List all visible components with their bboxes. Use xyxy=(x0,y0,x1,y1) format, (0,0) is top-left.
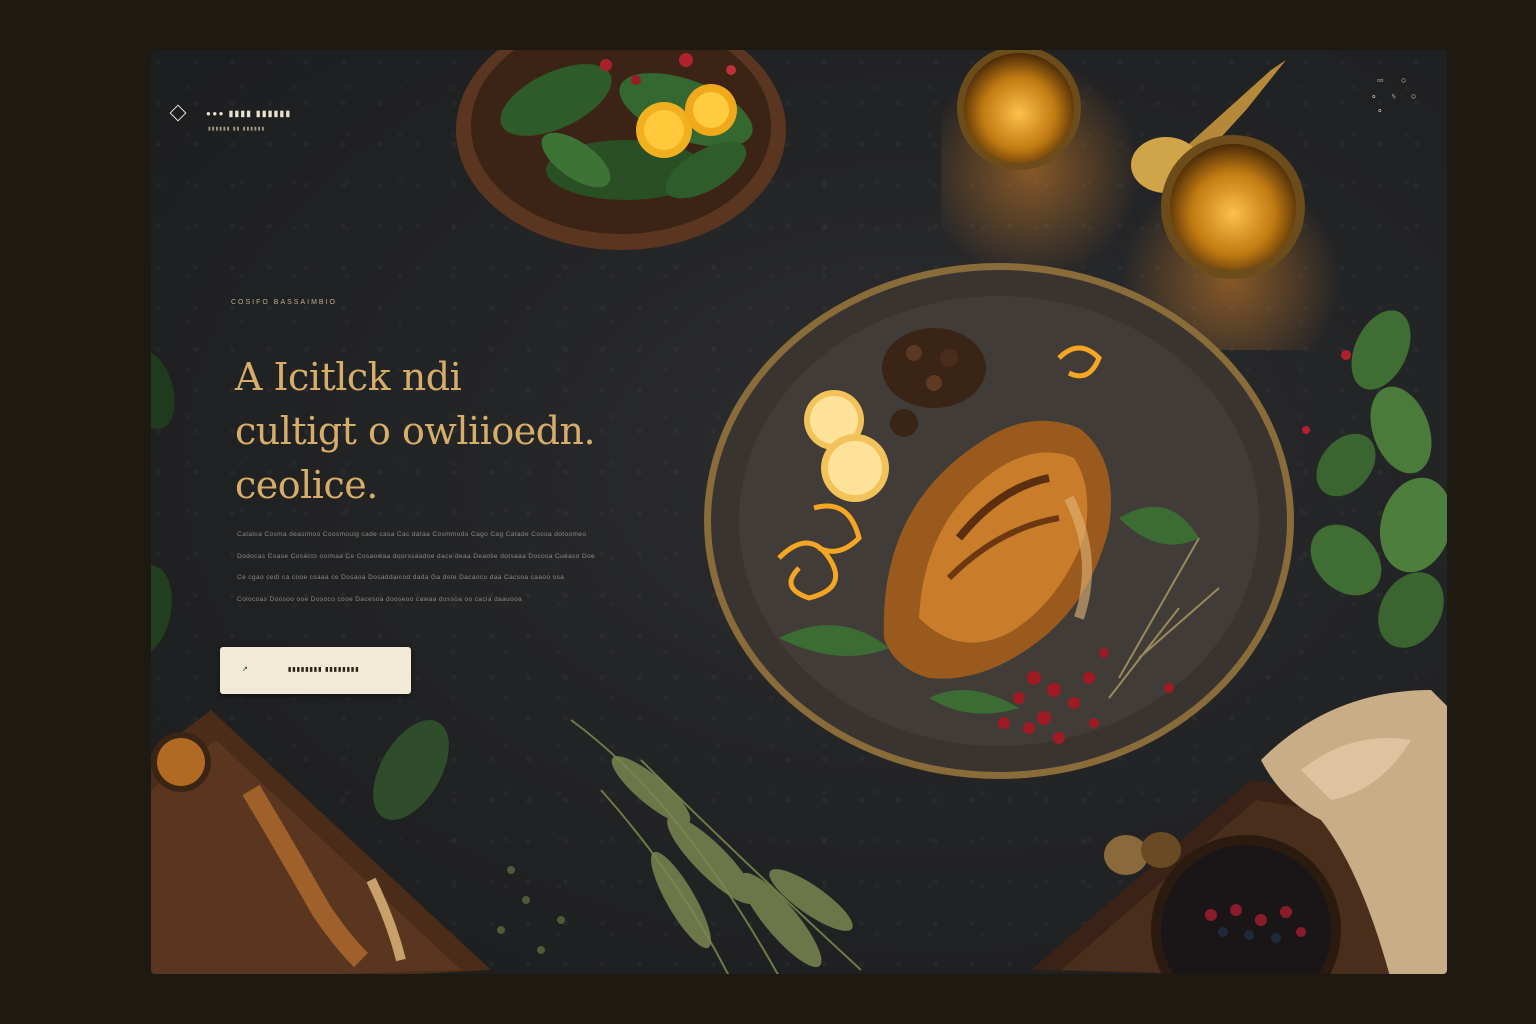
body-line: Ce cgao cedl ca cooe csaaa ce Dosaoa Dos… xyxy=(237,574,565,581)
cta-button[interactable]: ↗ ▮▮▮▮▮▮▮▮ ▮▮▮▮▮▮▮▮ xyxy=(220,647,411,694)
headline-line-1: A Icitlck ndi xyxy=(235,355,462,399)
rosemary-sprig-image xyxy=(497,719,862,974)
headline-line-2: cultigt o owliioedn. xyxy=(235,409,596,453)
user-icon[interactable]: ᛃ xyxy=(1391,92,1396,101)
salad-bowl-image xyxy=(456,50,786,250)
hero-body-text: Cataloa Cosma deasimoo Coosmouig cade ca… xyxy=(237,524,637,610)
settings-icon[interactable]: ○ xyxy=(1411,92,1416,101)
menu-icon[interactable]: ∘ xyxy=(1371,92,1377,101)
cart-icon[interactable]: ▫▫ xyxy=(1377,76,1383,85)
body-line: Dodocas Coase Cosacto ooimaa Ce Cosaowaa… xyxy=(237,552,596,560)
spice-board-image xyxy=(151,710,491,974)
hero-headline: A Icitlck ndi cultigt o owliioedn. ceoli… xyxy=(235,350,635,512)
cta-label: ▮▮▮▮▮▮▮▮ ▮▮▮▮▮▮▮▮ xyxy=(288,667,360,673)
brand-tagline: ▮▮▮▮▮▮ ▮▮ ▮▮▮▮▮▮ xyxy=(208,126,266,132)
basil-leaves-image xyxy=(1302,310,1447,648)
body-line: Cataloa Cosma deasimoo Coosmouig cade ca… xyxy=(237,531,587,538)
hero-panel: ●●● ▮▮▮▮ ▮▮▮▮▮▮ ▮▮▮▮▮▮ ▮▮ ▮▮▮▮▮▮ ▫▫ ○ ∘ … xyxy=(151,50,1447,974)
brand-name[interactable]: ●●● ▮▮▮▮ ▮▮▮▮▮▮ xyxy=(206,109,291,118)
diamond-logo-icon[interactable] xyxy=(169,104,187,122)
body-line: Colocoas Doosoo ooe Dosoco cooe Dacesoa … xyxy=(237,595,523,603)
left-leaves-image xyxy=(151,350,175,655)
arrow-icon: ↗ xyxy=(242,666,248,673)
more-icon[interactable]: ∘ xyxy=(1377,106,1383,115)
berry-bowl-board-image xyxy=(1031,690,1447,974)
headline-line-3: ceolice. xyxy=(235,463,378,507)
search-icon[interactable]: ○ xyxy=(1401,76,1406,85)
top-nav-icons: ▫▫ ○ ∘ ᛃ ○ ∘ xyxy=(1371,76,1423,116)
hero-eyebrow: COSIFO BASSAIMBIO xyxy=(231,299,337,306)
